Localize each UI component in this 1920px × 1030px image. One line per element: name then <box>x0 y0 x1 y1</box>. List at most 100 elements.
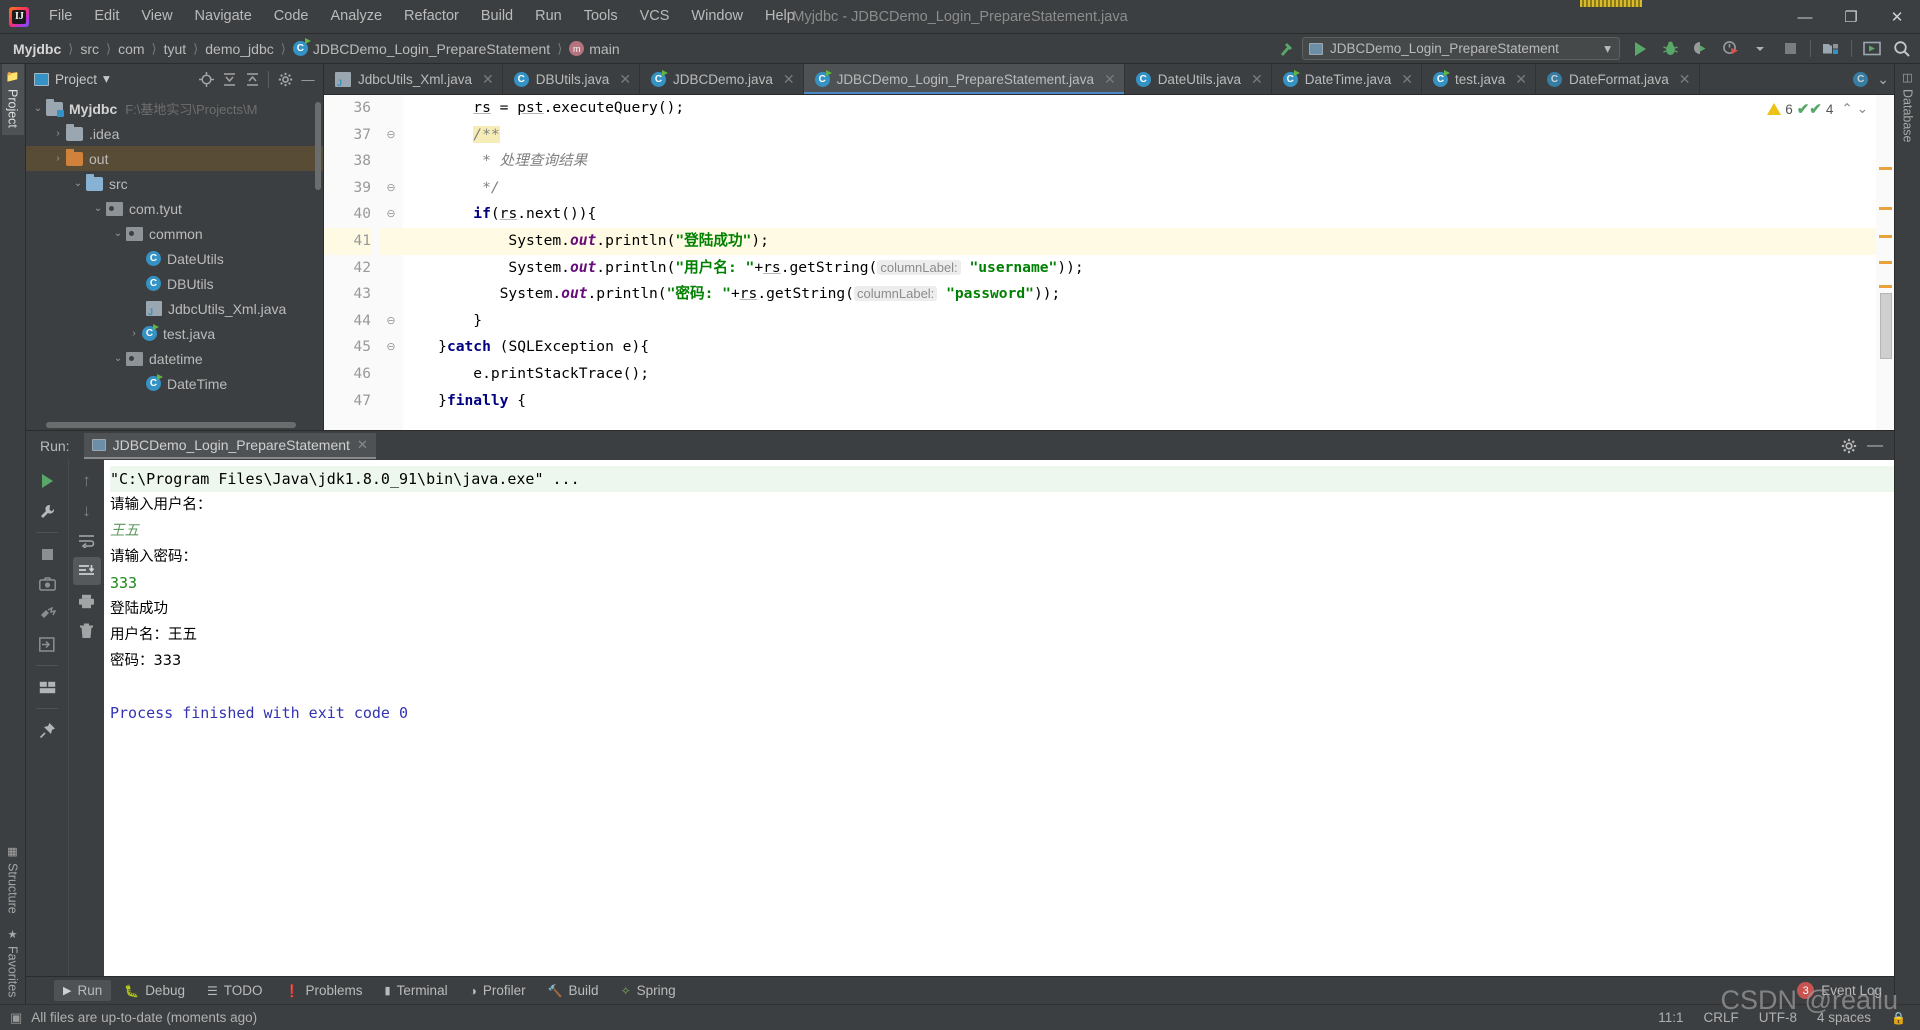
breadcrumb-myjdbc[interactable]: Myjdbc <box>8 39 66 59</box>
next-highlight-icon[interactable]: ⌄ <box>1857 101 1868 117</box>
warning-stripe[interactable] <box>1879 235 1892 238</box>
attach-icon[interactable] <box>33 630 61 658</box>
gear-icon[interactable] <box>274 68 296 90</box>
code-editor[interactable]: 36 37 38 39 40 41 42 43 44 45 46 47 ⊖ ⊖ … <box>324 95 1894 430</box>
collapse-all-icon[interactable] <box>241 68 263 90</box>
warning-stripe[interactable] <box>1879 167 1892 170</box>
tab-jdbcdemo[interactable]: C JDBCDemo.java ✕ <box>640 64 804 94</box>
bottom-tab-profiler[interactable]: ◑ Profiler <box>461 980 535 1001</box>
code-text[interactable]: rs = pst.executeQuery(); /** * 处理查询结果 */… <box>403 95 1876 430</box>
pin-icon[interactable] <box>33 716 61 744</box>
dump-threads-icon[interactable] <box>33 600 61 628</box>
stop-button[interactable] <box>1776 36 1804 62</box>
tree-node-jdbcutils-xml[interactable]: JdbcUtils_Xml.java <box>26 296 323 321</box>
menu-window[interactable]: Window <box>680 5 754 28</box>
editor-error-stripe[interactable] <box>1876 95 1894 430</box>
run-button[interactable] <box>1626 36 1654 62</box>
stop-button[interactable] <box>33 540 61 568</box>
close-tab-icon[interactable]: ✕ <box>783 71 795 88</box>
hide-icon[interactable]: — <box>1864 435 1886 457</box>
bottom-tab-build[interactable]: 🔨 Build <box>539 980 608 1001</box>
menu-edit[interactable]: Edit <box>83 5 130 28</box>
tree-node-datetime-class[interactable]: C DateTime <box>26 371 323 396</box>
previous-highlight-icon[interactable]: ⌃ <box>1841 101 1852 117</box>
run-with-coverage-icon[interactable] <box>1686 36 1714 62</box>
chevron-down-icon[interactable]: ⌄ <box>90 203 106 214</box>
expand-all-icon[interactable] <box>218 68 240 90</box>
rerun-button[interactable] <box>33 467 61 495</box>
line-separator[interactable]: CRLF <box>1703 1010 1738 1025</box>
gear-icon[interactable] <box>1838 435 1860 457</box>
bottom-tab-debug[interactable]: 🐛 Debug <box>115 980 194 1001</box>
fold-marker[interactable] <box>379 281 403 308</box>
menu-analyze[interactable]: Analyze <box>319 5 393 28</box>
fold-marker[interactable]: ⊖ <box>379 334 403 361</box>
fold-marker[interactable]: ⊖ <box>379 201 403 228</box>
hide-icon[interactable]: — <box>297 68 319 90</box>
up-the-stack-trace-icon[interactable]: ↑ <box>73 467 101 495</box>
screenshot-camera-icon[interactable] <box>33 570 61 598</box>
fold-marker[interactable]: ⊖ <box>379 122 403 149</box>
chevron-down-icon[interactable]: ⌄ <box>70 178 86 189</box>
warning-stripe[interactable] <box>1879 261 1892 264</box>
bottom-tab-problems[interactable]: ❗ Problems <box>276 980 372 1001</box>
tree-node-idea[interactable]: › .idea <box>26 121 323 146</box>
sidebar-item-favorites[interactable]: ★ Favorites <box>2 921 24 1004</box>
sidebar-item-structure[interactable]: ▦ Structure <box>2 838 24 921</box>
layout-settings-icon[interactable] <box>33 673 61 701</box>
maximize-button[interactable]: ❐ <box>1828 0 1874 34</box>
close-tab-icon[interactable]: ✕ <box>1401 71 1413 88</box>
tree-node-com-tyut[interactable]: ⌄ com.tyut <box>26 196 323 221</box>
fold-marker[interactable] <box>379 95 403 122</box>
code-folding-gutter[interactable]: ⊖ ⊖ ⊖ ⊖ ⊖ <box>379 95 403 430</box>
sidebar-item-database[interactable]: ◫ Database <box>1897 64 1919 150</box>
close-tab-icon[interactable]: ✕ <box>1104 71 1116 88</box>
bottom-tab-run[interactable]: ▶ Run <box>54 980 112 1001</box>
fold-marker[interactable] <box>379 148 403 175</box>
menu-vcs[interactable]: VCS <box>629 5 681 28</box>
close-tab-icon[interactable]: ✕ <box>357 437 368 453</box>
fold-marker[interactable]: ⊖ <box>379 308 403 335</box>
tree-node-dbutils[interactable]: C DBUtils <box>26 271 323 296</box>
tab-test-java[interactable]: C test.java ✕ <box>1422 64 1536 94</box>
print-icon[interactable] <box>73 587 101 615</box>
menu-navigate[interactable]: Navigate <box>184 5 263 28</box>
chevron-right-icon[interactable]: › <box>50 128 66 139</box>
warning-stripe[interactable] <box>1879 207 1892 210</box>
breadcrumb-class[interactable]: C JDBCDemo_Login_PrepareStatement <box>288 38 555 59</box>
down-the-stack-trace-icon[interactable]: ↓ <box>73 497 101 525</box>
project-tree-vertical-scrollbar[interactable] <box>315 102 321 190</box>
fold-marker[interactable] <box>379 361 403 388</box>
tab-jdbcutils-xml[interactable]: JdbcUtils_Xml.java ✕ <box>324 64 503 94</box>
menu-file[interactable]: File <box>38 5 83 28</box>
tab-dbutils[interactable]: C DBUtils.java ✕ <box>503 64 641 94</box>
caret-position[interactable]: 11:1 <box>1658 1010 1683 1025</box>
project-pane-title[interactable]: Project ▾ <box>34 71 110 87</box>
debug-bug-icon[interactable] <box>1656 36 1684 62</box>
tree-node-test-java[interactable]: › C test.java <box>26 321 323 346</box>
project-tree-horizontal-scrollbar[interactable] <box>46 422 296 428</box>
clear-all-trash-icon[interactable] <box>73 617 101 645</box>
chevron-right-icon[interactable]: › <box>126 328 142 339</box>
tab-dateutils[interactable]: C DateUtils.java ✕ <box>1125 64 1272 94</box>
bottom-tab-todo[interactable]: ☰ TODO <box>198 980 272 1001</box>
run-configuration-selector[interactable]: JDBCDemo_Login_PrepareStatement ▾ <box>1302 37 1620 60</box>
fold-marker[interactable] <box>379 227 403 255</box>
breadcrumb-demo-jdbc[interactable]: demo_jdbc <box>200 39 279 59</box>
indent-setting[interactable]: 4 spaces <box>1817 1010 1871 1025</box>
fold-marker[interactable] <box>379 388 403 415</box>
breadcrumb-src[interactable]: src <box>75 39 104 59</box>
close-tab-icon[interactable]: ✕ <box>482 71 494 88</box>
breadcrumb-method[interactable]: m main <box>564 39 624 59</box>
menu-run[interactable]: Run <box>524 5 573 28</box>
menu-view[interactable]: View <box>130 5 183 28</box>
locate-icon[interactable] <box>195 68 217 90</box>
menu-code[interactable]: Code <box>263 5 320 28</box>
close-tab-icon[interactable]: ✕ <box>1515 71 1527 88</box>
file-encoding[interactable]: UTF-8 <box>1759 1010 1797 1025</box>
warning-stripe[interactable] <box>1879 285 1892 288</box>
select-opened-file-icon[interactable] <box>1858 36 1886 62</box>
tree-node-common[interactable]: ⌄ common <box>26 221 323 246</box>
scroll-to-end-icon[interactable] <box>72 557 101 585</box>
project-structure-icon[interactable] <box>1817 36 1845 62</box>
